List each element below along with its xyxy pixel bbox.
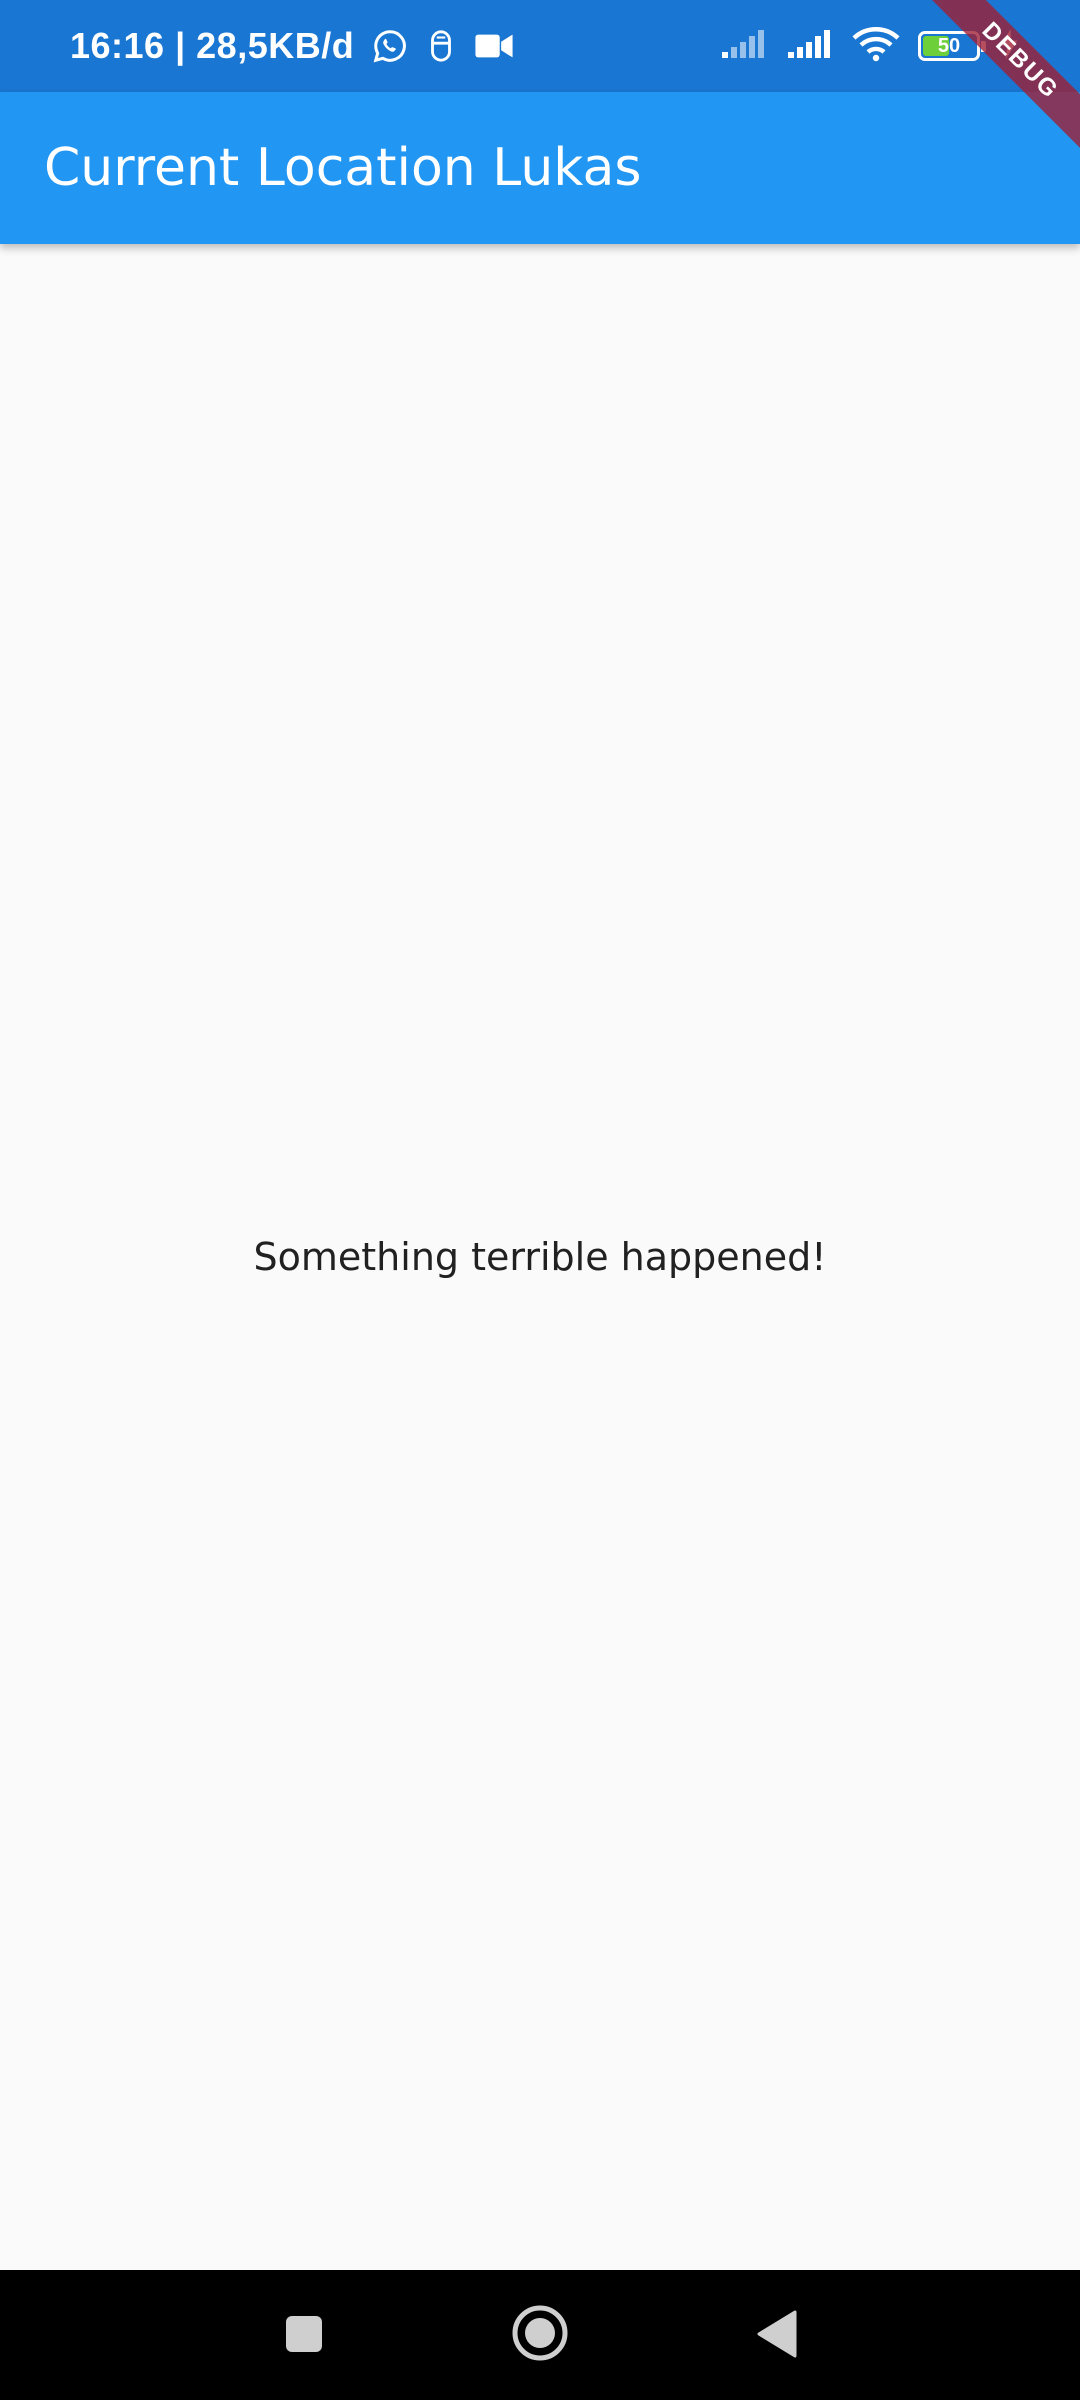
- main-content: Something terrible happened!: [0, 244, 1080, 2270]
- status-right: 50: [720, 0, 1020, 92]
- home-icon: [512, 2305, 568, 2361]
- status-bar: 16:16 | 28,5KB/d 50: [0, 0, 1080, 92]
- back-button[interactable]: [752, 2308, 802, 2360]
- status-time-speed: 16:16 | 28,5KB/d: [70, 25, 355, 66]
- wifi-icon: [852, 26, 900, 67]
- signal-weak-icon: [720, 28, 768, 65]
- battery-tip: [981, 41, 986, 52]
- notification-app-icon: [426, 29, 456, 63]
- back-icon: [757, 2310, 797, 2358]
- status-left: 16:16 | 28,5KB/d: [70, 0, 514, 92]
- navigation-bar: [0, 2270, 1080, 2400]
- app-bar: Current Location Lukas: [0, 92, 1080, 244]
- battery-icon: 50: [918, 31, 986, 61]
- signal-icon: [786, 28, 834, 65]
- charging-icon: [998, 28, 1020, 64]
- page-title: Current Location Lukas: [44, 138, 642, 198]
- error-message: Something terrible happened!: [253, 1235, 827, 1279]
- recents-button[interactable]: [280, 2310, 328, 2358]
- video-camera-icon: [474, 31, 514, 61]
- whatsapp-icon: [372, 28, 408, 64]
- recents-icon: [286, 2316, 322, 2352]
- battery-level: 50: [937, 34, 961, 57]
- home-button[interactable]: [510, 2303, 570, 2363]
